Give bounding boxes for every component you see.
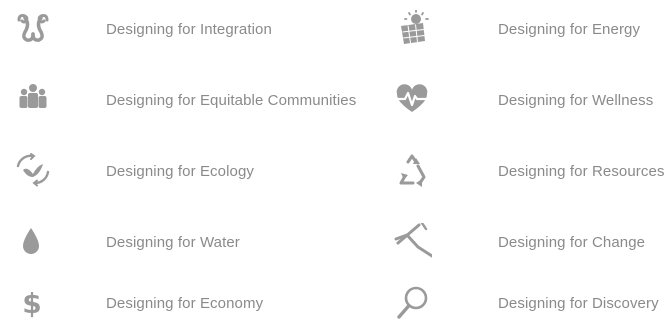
community-icon (13, 81, 53, 121)
item-ecology: Designing for Ecology (13, 152, 343, 192)
item-integration-label: Designing for Integration (106, 21, 272, 38)
solar-panel-icon (392, 10, 432, 50)
magnifier-icon (392, 284, 432, 324)
item-energy: Designing for Energy (392, 10, 652, 50)
item-discovery-label: Designing for Discovery (498, 295, 659, 312)
design-categories-grid: Designing for Integration Designing for … (0, 0, 664, 329)
heartbeat-icon (392, 81, 432, 121)
dollar-icon: $ (13, 284, 53, 324)
item-resources: Designing for Resources (392, 152, 664, 192)
item-integration: Designing for Integration (13, 10, 343, 50)
change-graph-icon (392, 223, 432, 263)
recycle-icon (392, 152, 432, 192)
water-drop-icon (13, 223, 53, 263)
ecology-icon (13, 152, 53, 192)
svg-text:$: $ (22, 287, 41, 320)
item-wellness: Designing for Wellness (392, 81, 654, 121)
item-equitable-communities: Designing for Equitable Communities (13, 81, 373, 121)
item-wellness-label: Designing for Wellness (498, 92, 654, 109)
item-discovery: Designing for Discovery (392, 284, 662, 324)
item-water-label: Designing for Water (106, 234, 240, 251)
item-ecology-label: Designing for Ecology (106, 163, 255, 180)
item-change: Designing for Change (392, 223, 652, 263)
item-economy-label: Designing for Economy (106, 295, 264, 312)
item-energy-label: Designing for Energy (498, 21, 641, 38)
item-water: Designing for Water (13, 223, 343, 263)
item-change-label: Designing for Change (498, 234, 646, 251)
item-economy: $ Designing for Economy (13, 284, 343, 324)
integration-icon (13, 10, 53, 50)
item-equitable-communities-label: Designing for Equitable Communities (106, 92, 357, 109)
item-resources-label: Designing for Resources (498, 163, 664, 180)
